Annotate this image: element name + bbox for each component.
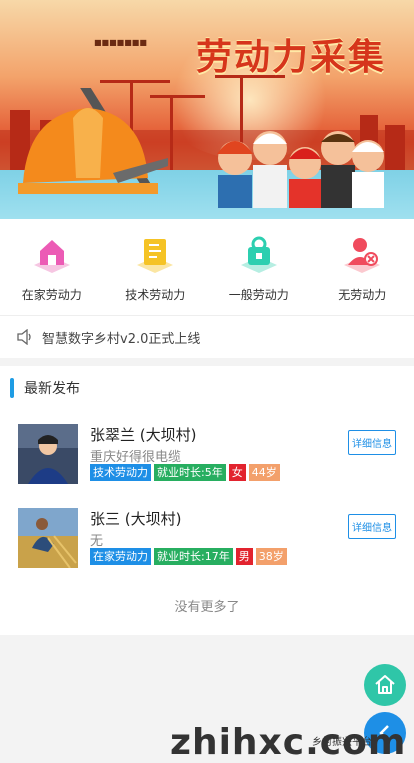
notice-text: 智慧数字乡村v2.0正式上线	[42, 328, 200, 347]
detail-button[interactable]: 详细信息	[348, 514, 396, 539]
speaker-icon	[16, 329, 34, 345]
age-badge: 44岁	[249, 464, 280, 481]
person-name: 张三 (大坝村)	[90, 508, 181, 529]
tech-icon	[135, 235, 175, 273]
category-label: 技术劳动力	[125, 286, 185, 303]
list-item[interactable]: 张三 (大坝村) 无 在家劳动力 就业时长:17年 男 38岁 详细信息	[18, 508, 402, 570]
watermark-small: 乡村振兴平台	[312, 733, 372, 748]
helmet-pickaxe-illustration	[18, 88, 178, 208]
category-label: 一般劳动力	[229, 286, 289, 303]
labor-type-badge: 在家劳动力	[90, 548, 151, 565]
gender-badge: 男	[236, 548, 253, 565]
no-labor-icon	[342, 235, 382, 273]
list-item[interactable]: 张翠兰 (大坝村) 重庆好得很电缆 技术劳动力 就业时长:5年 女 44岁 详细…	[18, 424, 402, 486]
person-name: 张翠兰 (大坝村)	[90, 424, 196, 445]
banner: ■■■■■■■ 劳动力采集	[0, 0, 414, 219]
category-bar: 在家劳动力 技术劳动力 一般劳动力 无劳动力	[0, 219, 414, 315]
category-label: 无劳动力	[338, 286, 386, 303]
latest-section: 最新发布 张翠兰 (大坝村) 重庆好得很电缆 技术劳动力 就业时长:5年 女 4…	[0, 366, 414, 635]
avatar	[18, 424, 78, 484]
employment-years-badge: 就业时长:17年	[154, 548, 233, 565]
labor-type-badge: 技术劳动力	[90, 464, 151, 481]
age-badge: 38岁	[256, 548, 287, 565]
person-desc: 无	[90, 530, 103, 549]
home-icon	[373, 673, 397, 697]
tag-list: 在家劳动力 就业时长:17年 男 38岁	[90, 548, 287, 565]
notice-bar[interactable]: 智慧数字乡村v2.0正式上线	[0, 315, 414, 358]
banner-subtitle: ■■■■■■■	[94, 38, 147, 47]
tag-list: 技术劳动力 就业时长:5年 女 44岁	[90, 464, 280, 481]
employment-years-badge: 就业时长:5年	[154, 464, 226, 481]
home-icon	[32, 235, 72, 273]
category-label: 在家劳动力	[22, 286, 82, 303]
detail-button[interactable]: 详细信息	[348, 430, 396, 455]
gender-badge: 女	[229, 464, 246, 481]
section-title: 最新发布	[24, 378, 80, 398]
general-icon	[239, 235, 279, 273]
banner-title: 劳动力采集	[196, 28, 386, 80]
no-more-text: 没有更多了	[0, 596, 414, 615]
workers-illustration	[210, 118, 390, 208]
category-general-labor[interactable]: 一般劳动力	[207, 219, 311, 315]
category-home-labor[interactable]: 在家劳动力	[0, 219, 104, 315]
section-header: 最新发布	[10, 378, 80, 398]
category-no-labor[interactable]: 无劳动力	[311, 219, 414, 315]
section-accent-bar	[10, 378, 14, 398]
avatar	[18, 508, 78, 568]
person-desc: 重庆好得很电缆	[90, 446, 181, 465]
home-button[interactable]	[364, 664, 406, 706]
category-tech-labor[interactable]: 技术劳动力	[104, 219, 208, 315]
